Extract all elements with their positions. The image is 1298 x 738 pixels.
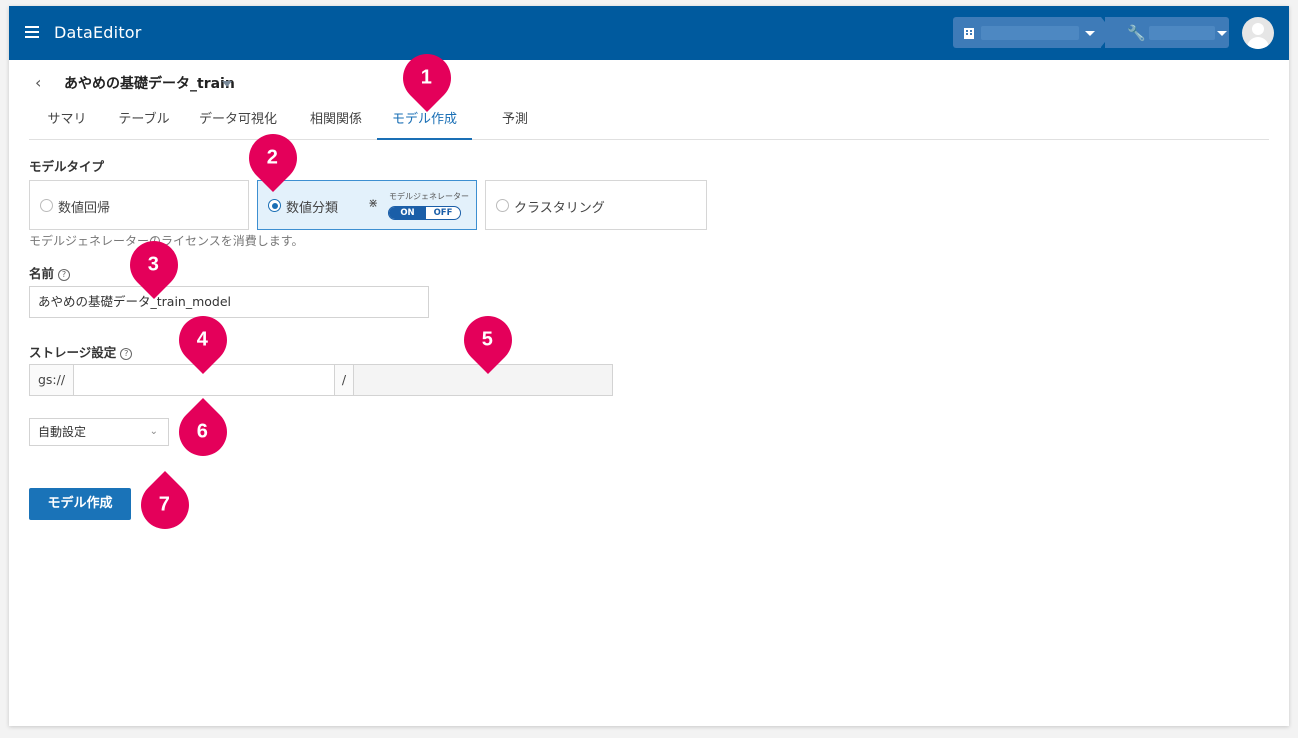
storage-label-text: ストレージ設定	[29, 345, 117, 360]
model-generator-label: モデルジェネレーター	[389, 192, 469, 201]
toggle-on[interactable]: ON	[389, 207, 426, 219]
chevron-down-icon: ⌄	[149, 426, 158, 437]
select-value: 自動設定	[38, 425, 87, 439]
app-window: DataEditor 🔧 ‹ あやめの基礎データ_train サマリ テーブル …	[9, 6, 1289, 726]
caret-down-icon	[1085, 31, 1095, 36]
marker-number: 1	[421, 66, 433, 89]
option-label: 数値分類	[286, 201, 339, 216]
building-icon	[964, 28, 974, 39]
marker-number: 3	[148, 253, 160, 276]
organization-selector[interactable]	[953, 17, 1113, 48]
radio-button[interactable]	[40, 199, 53, 212]
storage-mode-select[interactable]: 自動設定 ⌄	[29, 418, 169, 446]
help-icon[interactable]: ?	[58, 269, 71, 281]
model-name-input[interactable]: あやめの基礎データ_train_model	[29, 286, 429, 318]
wrench-icon: 🔧	[1127, 24, 1146, 42]
toggle-off[interactable]: OFF	[426, 207, 460, 219]
hamburger-menu-icon[interactable]	[25, 26, 39, 38]
tab-correlation[interactable]: 相関関係	[302, 104, 370, 140]
marker-number: 5	[482, 328, 494, 351]
tab-prediction[interactable]: 予測	[491, 104, 539, 140]
user-avatar[interactable]	[1242, 17, 1274, 49]
dataset-caret-icon[interactable]	[222, 81, 232, 87]
tab-summary[interactable]: サマリ	[37, 104, 97, 140]
project-name-redacted	[1149, 26, 1215, 40]
storage-label: ストレージ設定?	[29, 342, 133, 361]
model-type-regression[interactable]: 数値回帰	[29, 180, 249, 230]
radio-button[interactable]	[496, 199, 509, 212]
app-bar: DataEditor 🔧	[9, 6, 1289, 60]
dataset-title[interactable]: あやめの基礎データ_train	[64, 73, 235, 93]
radio-button[interactable]	[268, 199, 281, 212]
model-type-label: モデルタイプ	[29, 159, 105, 174]
marker-number: 2	[267, 146, 279, 169]
create-model-button[interactable]: モデル作成	[29, 488, 131, 520]
option-label: 数値回帰	[58, 201, 111, 216]
callout-marker-7: 7	[131, 471, 199, 539]
model-generator-icon: ⋇	[368, 196, 379, 210]
marker-number: 6	[197, 420, 209, 443]
back-chevron-icon[interactable]: ‹	[35, 73, 41, 92]
model-generator-toggle[interactable]: ON OFF	[388, 206, 461, 220]
model-type-classification[interactable]: 数値分類 ⋇ モデルジェネレーター ON OFF	[257, 180, 477, 230]
model-type-clustering[interactable]: クラスタリング	[485, 180, 707, 230]
organization-name-redacted	[981, 26, 1079, 40]
tab-table[interactable]: テーブル	[111, 104, 177, 140]
marker-number: 4	[197, 328, 209, 351]
help-icon[interactable]: ?	[120, 348, 133, 360]
project-selector[interactable]: 🔧	[1105, 17, 1229, 48]
tab-bar: サマリ テーブル データ可視化 相関関係 モデル作成 予測	[29, 104, 1269, 140]
callout-marker-6: 6	[169, 398, 237, 466]
gcs-prefix: gs://	[29, 364, 74, 396]
caret-down-icon	[1217, 31, 1227, 36]
marker-number: 7	[159, 493, 171, 516]
name-label-text: 名前	[29, 266, 55, 281]
app-title: DataEditor	[54, 23, 142, 42]
name-label: 名前?	[29, 263, 71, 282]
path-separator: /	[334, 364, 354, 396]
option-label: クラスタリング	[514, 201, 605, 216]
